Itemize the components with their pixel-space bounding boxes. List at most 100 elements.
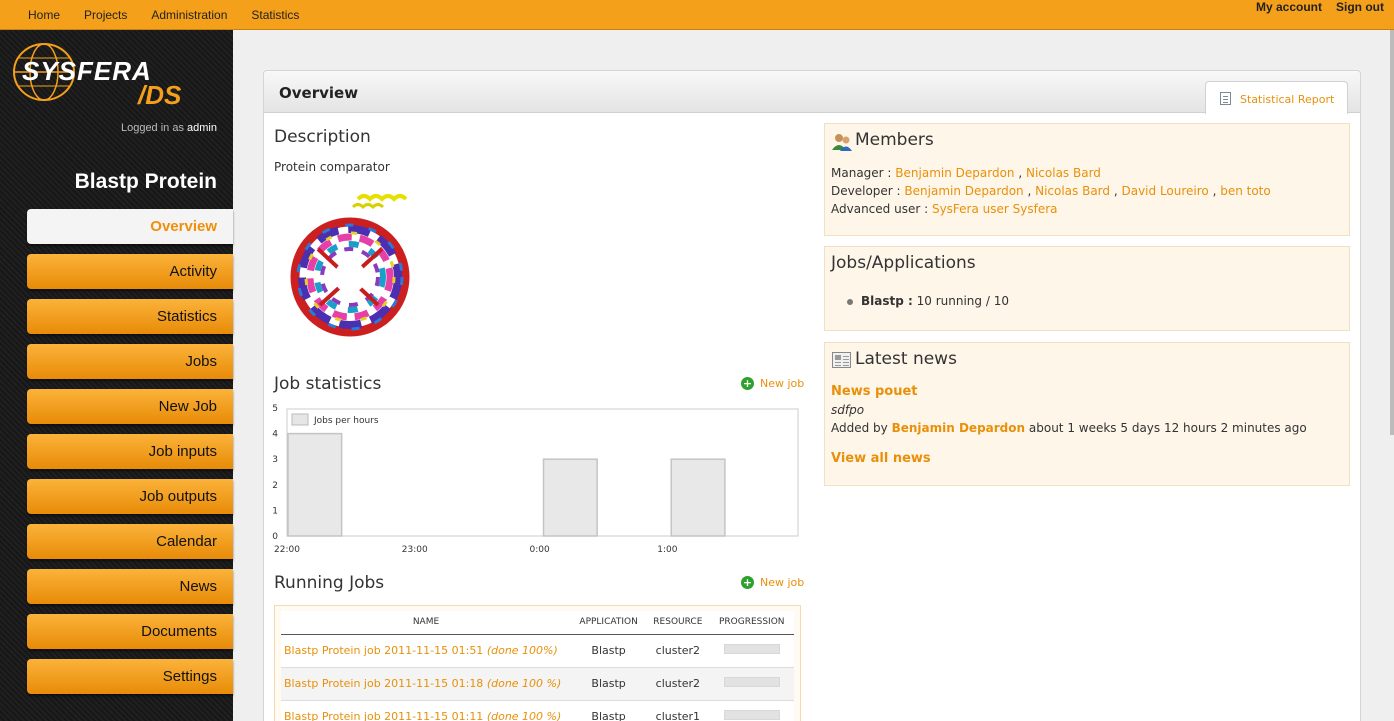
job-resource: cluster1 (646, 700, 710, 721)
sidebar-item-job-outputs[interactable]: Job outputs (27, 479, 233, 514)
panel-title: Overview (279, 84, 359, 102)
news-author-link[interactable]: Benjamin Depardon (892, 421, 1025, 435)
y-tick-label: 5 (272, 404, 278, 414)
members-box: Members Manager : Benjamin Depardon , Ni… (824, 123, 1350, 236)
new-job-label: New job (760, 377, 805, 390)
legend-swatch (291, 413, 309, 426)
statistical-report-tab[interactable]: Statistical Report (1205, 81, 1348, 114)
developer-row: Developer : Benjamin Depardon , Nicolas … (831, 184, 1271, 198)
member-link[interactable]: Nicolas Bard (1026, 166, 1101, 180)
newspaper-icon (832, 352, 851, 368)
chart-bar (542, 458, 598, 537)
sidebar-item-job-inputs[interactable]: Job inputs (27, 434, 233, 469)
job-name-link[interactable]: Blastp Protein job 2011-11-15 01:51 (don… (281, 634, 571, 668)
sidebar-item-documents[interactable]: Documents (27, 614, 233, 649)
account-nav: My account Sign out (1242, 0, 1384, 14)
manager-row: Manager : Benjamin Depardon , Nicolas Ba… (831, 166, 1101, 180)
x-tick-label: 1:00 (657, 545, 677, 555)
member-link[interactable]: Benjamin Depardon (895, 166, 1014, 180)
y-tick-label: 4 (272, 430, 278, 440)
plus-icon: + (741, 377, 754, 390)
x-tick-label: 22:00 (274, 545, 300, 555)
member-link[interactable]: Nicolas Bard (1035, 184, 1110, 198)
logo-text: SYSFERA (22, 56, 152, 86)
progress-bar (723, 644, 780, 654)
statistical-report-label: Statistical Report (1240, 93, 1335, 106)
running-jobs-table-box: NAME APPLICATION RESOURCE PROGRESSION Bl… (274, 605, 801, 721)
panel-header: Overview Statistical Report (264, 71, 1360, 114)
sidebar-item-statistics[interactable]: Statistics (27, 299, 233, 334)
sidebar-item-news[interactable]: News (27, 569, 233, 604)
sidebar-item-new-job[interactable]: New Job (27, 389, 233, 424)
progress-bar (723, 710, 780, 720)
advanced-user-row: Advanced user : SysFera user Sysfera (831, 202, 1058, 216)
member-link[interactable]: SysFera user Sysfera (932, 202, 1058, 216)
job-name-link[interactable]: Blastp Protein job 2011-11-15 01:18 (don… (281, 667, 571, 701)
job-resource: cluster2 (646, 634, 710, 668)
job-statistics-chart: 0 1 2 3 4 5 22:00 23:00 0:00 1:00 Jobs per hours (272, 404, 799, 555)
new-job-link[interactable]: + New job (741, 377, 804, 390)
application-item: Blastp : 10 running / 10 (847, 294, 1009, 308)
member-link[interactable]: David Loureiro (1121, 184, 1208, 198)
sidebar-item-jobs[interactable]: Jobs (27, 344, 233, 379)
users-icon (832, 134, 852, 151)
chart-bar (670, 458, 726, 537)
legend-label: Jobs per hours (313, 416, 379, 426)
description-text: Protein comparator (274, 160, 390, 174)
y-tick-label: 2 (272, 481, 278, 491)
sidebar-item-calendar[interactable]: Calendar (27, 524, 233, 559)
view-all-news-link[interactable]: View all news (831, 451, 931, 466)
report-icon (1220, 92, 1231, 105)
nav-home[interactable]: Home (28, 8, 60, 22)
col-progression[interactable]: PROGRESSION (709, 611, 794, 635)
logged-in-status: Logged in as admin (121, 122, 217, 134)
job-resource: cluster2 (646, 667, 710, 701)
running-jobs-table: NAME APPLICATION RESOURCE PROGRESSION Bl… (281, 611, 794, 721)
x-tick-label: 0:00 (530, 545, 550, 555)
logged-in-user: admin (187, 122, 217, 134)
jobs-applications-box: Jobs/Applications Blastp : 10 running / … (824, 246, 1350, 331)
col-resource[interactable]: RESOURCE (646, 611, 710, 635)
top-nav: Home Projects Administration Statistics (16, 8, 311, 22)
new-job-link-2[interactable]: + New job (741, 576, 804, 589)
member-link[interactable]: Benjamin Depardon (904, 184, 1023, 198)
progress-bar (723, 677, 780, 687)
sign-out-link[interactable]: Sign out (1336, 0, 1384, 14)
col-name[interactable]: NAME (281, 611, 571, 635)
member-link[interactable]: ben toto (1220, 184, 1271, 198)
news-body: sdfpo (831, 403, 865, 417)
sidebar-item-overview[interactable]: Overview (27, 209, 233, 244)
chart-bar (287, 432, 343, 537)
top-bar: Home Projects Administration Statistics … (0, 0, 1394, 30)
job-application: Blastp (571, 667, 647, 701)
news-headline-link[interactable]: News pouet (831, 384, 918, 399)
sysfera-logo[interactable]: SYSFERA /DS (10, 38, 220, 128)
my-account-link[interactable]: My account (1256, 0, 1322, 14)
job-statistics-heading: Job statistics (274, 374, 382, 394)
members-heading: Members (855, 130, 934, 150)
latest-news-heading: Latest news (855, 349, 957, 369)
logged-in-prefix: Logged in as (120, 122, 184, 134)
y-tick-label: 3 (272, 455, 278, 465)
nav-statistics[interactable]: Statistics (251, 8, 299, 22)
sidebar-item-activity[interactable]: Activity (27, 254, 233, 289)
overview-panel: Overview Statistical Report Description … (263, 70, 1361, 721)
table-row: Blastp Protein job 2011-11-15 01:18 (don… (281, 667, 794, 701)
col-application[interactable]: APPLICATION (571, 611, 647, 635)
job-application: Blastp (571, 700, 647, 721)
x-tick-label: 23:00 (402, 545, 428, 555)
sidebar-item-settings[interactable]: Settings (27, 659, 233, 694)
news-meta: Added by Benjamin Depardon about 1 weeks… (831, 421, 1307, 435)
nav-projects[interactable]: Projects (84, 8, 127, 22)
y-tick-label: 0 (272, 532, 278, 542)
bullet-icon (847, 298, 853, 305)
running-jobs-heading: Running Jobs (274, 573, 385, 593)
job-application: Blastp (571, 634, 647, 668)
description-heading: Description (274, 127, 371, 147)
page-scrollbar[interactable] (1390, 30, 1394, 435)
protein-structure-image (290, 194, 410, 337)
table-row: Blastp Protein job 2011-11-15 01:11 (don… (281, 700, 794, 721)
nav-administration[interactable]: Administration (151, 8, 227, 22)
latest-news-box: Latest news News pouet sdfpo Added by Be… (824, 342, 1350, 486)
job-name-link[interactable]: Blastp Protein job 2011-11-15 01:11 (don… (281, 700, 571, 721)
